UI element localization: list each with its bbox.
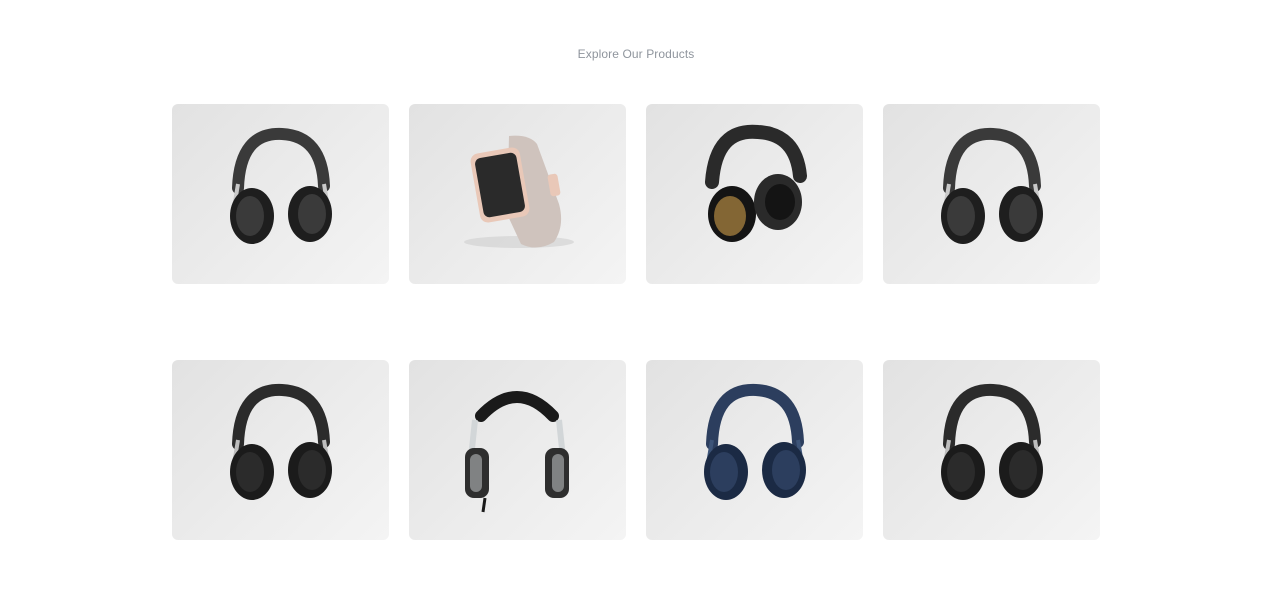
product-card[interactable] xyxy=(883,360,1100,540)
headphones-icon xyxy=(941,383,1043,500)
headphones-icon xyxy=(230,383,332,500)
smartwatch-icon xyxy=(464,135,574,248)
product-card[interactable] xyxy=(883,104,1100,284)
product-card[interactable] xyxy=(646,360,863,540)
product-card[interactable] xyxy=(409,104,626,284)
product-card[interactable] xyxy=(172,360,389,540)
headphones-icon xyxy=(704,383,806,500)
headphones-icon xyxy=(705,124,807,242)
product-card[interactable] xyxy=(172,104,389,284)
product-card[interactable] xyxy=(409,360,626,540)
product-card[interactable] xyxy=(646,104,863,284)
headphones-icon xyxy=(941,127,1043,244)
section-title: Explore Our Products xyxy=(577,47,695,61)
headphones-icon xyxy=(230,127,332,244)
headphones-icon xyxy=(465,391,569,513)
